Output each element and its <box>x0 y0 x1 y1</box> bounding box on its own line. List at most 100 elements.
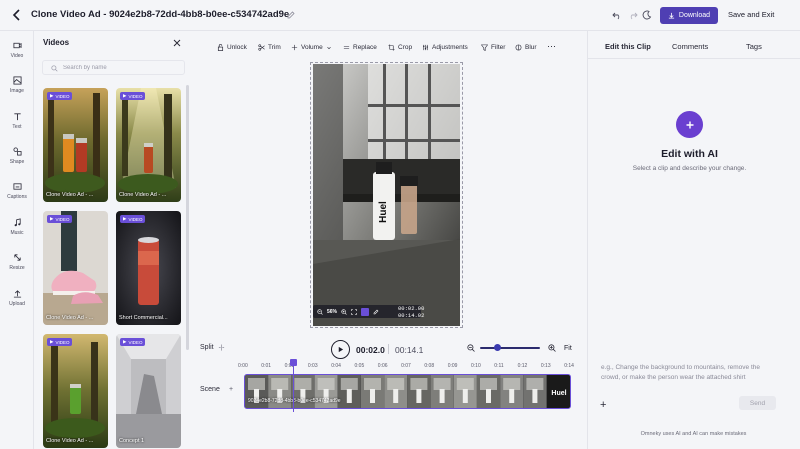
sliders-icon <box>423 44 428 51</box>
tab-comments[interactable]: Comments <box>672 42 708 51</box>
filmstrip-frame-window <box>433 378 451 390</box>
zoom-in-icon[interactable] <box>341 308 347 315</box>
toolbar-adjustments[interactable]: Adjustments <box>422 44 468 51</box>
timeline-tick-label: 0:10 <box>471 363 481 369</box>
filmstrip-frame-bottle <box>393 389 399 403</box>
edit-icon[interactable] <box>373 309 379 315</box>
timeline-zoom-handle[interactable] <box>493 344 501 351</box>
back-arrow-icon[interactable] <box>10 8 24 22</box>
volume-icon <box>291 44 298 51</box>
toolbar-blur[interactable]: Blur <box>515 44 537 51</box>
edit-with-ai-subtitle: Select a clip and describe your change. <box>632 165 747 172</box>
add-scene-button[interactable]: + <box>229 386 233 393</box>
timeline-tick-label: 0:03 <box>307 363 318 369</box>
video-thumbnail[interactable]: ▶ VIDEO Clone Video Ad - ... <box>43 211 108 325</box>
fit-button[interactable]: Fit <box>564 345 572 352</box>
toolbar-filter[interactable]: Filter <box>481 44 505 51</box>
download-button[interactable]: Download <box>660 7 718 24</box>
video-thumbnail[interactable]: ▶ VIDEO Clone Video Ad - ... <box>43 88 108 202</box>
video-badge-icon: ▶ <box>123 216 127 221</box>
search-input[interactable] <box>63 63 173 73</box>
safe-area-icon[interactable] <box>361 307 370 316</box>
video-thumbnail[interactable]: ▶ VIDEO Short Commercial... <box>116 211 181 325</box>
timeline-zoom-out-icon[interactable] <box>467 344 475 352</box>
playhead[interactable] <box>292 360 294 412</box>
video-thumbnail-label: Clone Video Ad - ... <box>46 192 94 198</box>
zoom-out-icon[interactable] <box>317 308 323 315</box>
attach-file-button[interactable]: + <box>600 399 606 411</box>
video-preview[interactable]: Huel <box>313 64 460 326</box>
video-thumbnail[interactable]: ▶ VIDEO Clone Video Ad - ... <box>116 88 181 202</box>
thumbnail-image <box>43 88 108 202</box>
filmstrip-frame-bottle <box>346 389 352 403</box>
split-button[interactable]: Split <box>200 344 225 351</box>
toolbar-crop[interactable]: Crop <box>388 44 412 51</box>
timeline-tick-label: 0:13 <box>540 363 551 369</box>
timeline-zoom-in-icon[interactable] <box>548 344 556 352</box>
play-icon <box>338 346 344 353</box>
video-thumbnail[interactable]: ▶ VIDEO Concept 1 <box>116 334 181 448</box>
close-icon[interactable] <box>173 39 181 47</box>
toolbar-replace[interactable]: Replace <box>343 44 377 51</box>
tab-tags[interactable]: Tags <box>746 42 762 51</box>
ai-disclaimer: Omneky uses AI and AI can make mistakes <box>640 431 747 437</box>
tab-edit-this-clip[interactable]: Edit this Clip <box>605 42 651 51</box>
fullscreen-icon[interactable] <box>351 308 357 315</box>
video-badge-icon: ▶ <box>50 93 54 98</box>
edit-title-icon[interactable] <box>286 10 296 20</box>
video-thumbnail-label: Concept 1 <box>119 438 145 444</box>
video-badge: ▶ VIDEO <box>120 338 146 346</box>
ai-prompt-input[interactable] <box>601 363 779 389</box>
undo-icon[interactable] <box>612 10 622 20</box>
rail-item-image[interactable]: Image <box>0 76 34 94</box>
rail-label: Music <box>10 230 24 236</box>
filmstrip-frame-window <box>364 378 381 390</box>
upload-icon <box>13 290 21 298</box>
rail-item-video[interactable]: Video <box>0 41 34 59</box>
lock-icon <box>217 44 224 51</box>
rail-item-resize[interactable]: Resize <box>0 253 34 271</box>
redo-icon[interactable] <box>628 10 638 20</box>
split-icon <box>218 344 224 351</box>
toolbar-trim[interactable]: Trim <box>258 44 281 51</box>
play-button[interactable] <box>331 340 350 359</box>
captions-icon <box>12 183 22 190</box>
canvas-time-current: 00:02.00 <box>398 305 425 312</box>
send-button[interactable]: Send <box>739 396 776 410</box>
filmstrip-frame-window <box>340 378 358 390</box>
rail-item-captions[interactable]: Captions <box>0 182 34 200</box>
video-badge-icon: ▶ <box>50 339 54 344</box>
download-label: Download <box>678 12 711 19</box>
edit-with-ai-title: Edit with AI <box>661 148 718 160</box>
filmstrip-frame-bottle <box>462 389 468 403</box>
clip-end-brand-text: Huel <box>551 390 566 397</box>
playhead-handle[interactable] <box>289 359 297 366</box>
dark-mode-icon[interactable] <box>642 10 652 20</box>
video-frame-image: Huel <box>313 64 460 326</box>
rail-item-text[interactable]: Text <box>0 112 34 130</box>
filmstrip-frame-window <box>526 378 544 390</box>
edit-with-ai-icon[interactable] <box>676 111 703 138</box>
tab-divider <box>587 58 800 59</box>
videos-scrollbar[interactable] <box>186 85 189 350</box>
timeline-zoom-slider[interactable] <box>480 347 540 349</box>
rail-item-music[interactable]: Music <box>0 218 34 236</box>
download-icon <box>668 12 675 19</box>
thumbnail-image <box>116 88 181 202</box>
filmstrip-frame-window <box>317 378 335 390</box>
video-badge-icon: ▶ <box>50 216 54 221</box>
scissors-icon <box>258 44 265 51</box>
video-badge: ▶ VIDEO <box>120 92 146 100</box>
canvas-time-readout: 00:02.00 00:14.02 <box>398 305 424 319</box>
rail-item-shape[interactable]: Shape <box>0 147 34 165</box>
crop-icon <box>388 44 395 51</box>
more-options-icon[interactable]: ⋯ <box>547 41 556 52</box>
toolbar-unlock[interactable]: Unlock <box>217 44 247 51</box>
toolbar-label: Unlock <box>227 44 247 51</box>
save-and-exit-button[interactable]: Save and Exit <box>728 10 774 19</box>
rail-item-upload[interactable]: Upload <box>0 289 34 307</box>
video-thumbnail[interactable]: ▶ VIDEO Clone Video Ad - ... <box>43 334 108 448</box>
filmstrip-frame-window <box>456 378 474 390</box>
toolbar-volume[interactable]: Volume <box>291 44 332 51</box>
current-time: 00:02.0 <box>356 345 385 355</box>
